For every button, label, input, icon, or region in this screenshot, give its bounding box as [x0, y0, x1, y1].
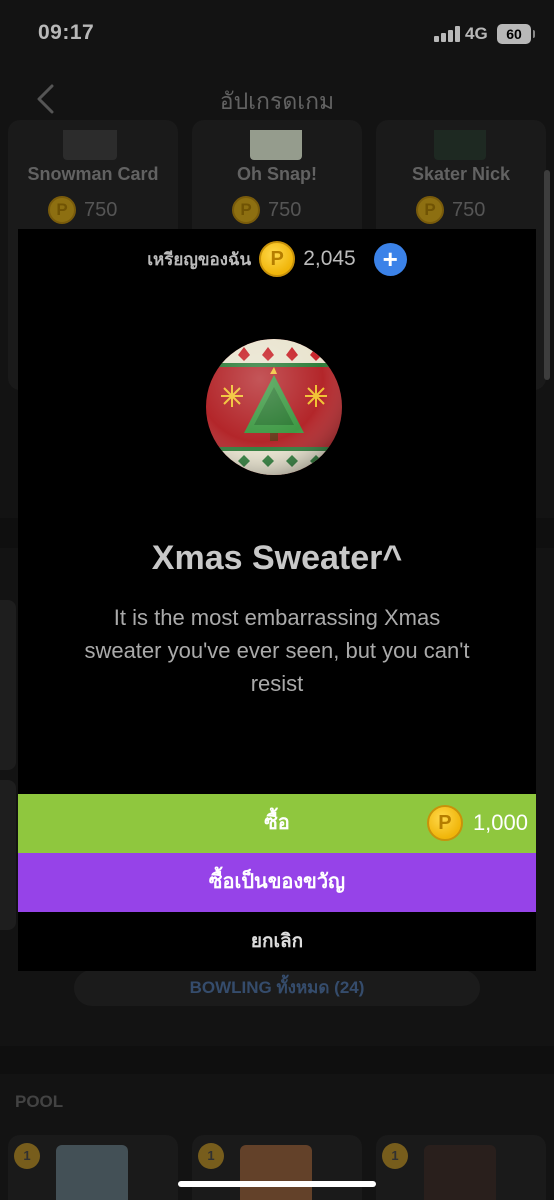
add-coins-button[interactable]: + — [373, 242, 407, 276]
wallet-balance: เหรียญของฉัน P 2,045 + — [18, 241, 536, 277]
coin-icon: P — [259, 241, 296, 277]
wallet-amount: 2,045 — [303, 247, 356, 270]
wallet-label: เหรียญของฉัน — [147, 249, 252, 269]
home-indicator[interactable] — [178, 1181, 376, 1187]
buy-price: P 1,000 — [426, 805, 528, 841]
plus-icon: + — [382, 243, 398, 274]
item-description: It is the most embarrassing Xmas sweater… — [84, 605, 470, 696]
buy-as-gift-button[interactable]: ซื้อเป็นของขวัญ — [18, 853, 536, 912]
buy-button[interactable]: ซื้อ P 1,000 — [18, 794, 536, 853]
cancel-button[interactable]: ยกเลิก — [18, 912, 536, 971]
cancel-label: ยกเลิก — [250, 931, 304, 952]
xmas-sweater-ornament-icon — [206, 339, 342, 475]
coin-icon: P — [426, 805, 463, 841]
gift-label: ซื้อเป็นของขวัญ — [208, 871, 346, 893]
purchase-modal: เหรียญของฉัน P 2,045 + Xmas Sweater^ It … — [18, 229, 536, 971]
buy-price-value: 1,000 — [472, 810, 528, 835]
item-title: Xmas Sweater^ — [151, 539, 403, 577]
